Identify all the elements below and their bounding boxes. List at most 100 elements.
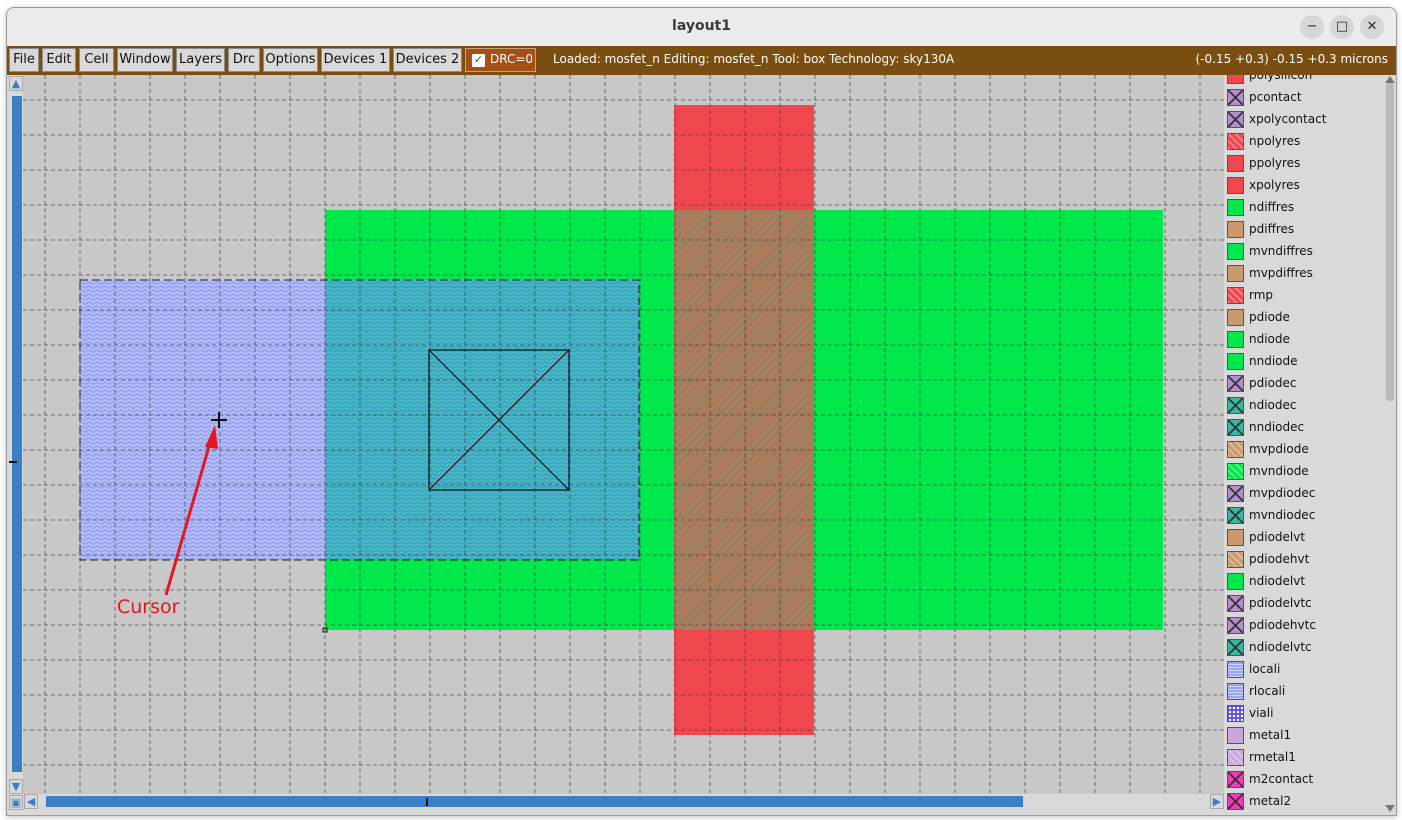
- layer-name: xpolyres: [1249, 178, 1300, 192]
- layer-name: xpolycontact: [1249, 112, 1327, 126]
- menu-devices-2[interactable]: Devices 2: [393, 48, 462, 72]
- menu-edit[interactable]: Edit: [42, 48, 76, 72]
- drc-toggle[interactable]: ✓ DRC=0: [465, 48, 536, 72]
- layer-swatch-icon: [1227, 485, 1244, 502]
- layer-swatch-icon: [1227, 177, 1244, 194]
- layer-swatch-icon: [1227, 595, 1244, 612]
- scroll-position-marker-h: [426, 798, 428, 806]
- layer-palette: polysilicon pcontact xpolycontact npolyres p…: [1224, 75, 1384, 813]
- layer-swatch-icon: [1227, 683, 1244, 700]
- layer-name: locali: [1249, 662, 1281, 676]
- zoom-box-icon[interactable]: ▣: [9, 795, 23, 810]
- layer-name: mvndiode: [1249, 464, 1309, 478]
- layer-name: ndiffres: [1249, 200, 1295, 214]
- layer-name: pdiodec: [1249, 376, 1297, 390]
- layer-swatch-icon: [1227, 749, 1244, 766]
- layer-swatch-icon: [1227, 441, 1244, 458]
- layer-name: npolyres: [1249, 134, 1301, 148]
- layer-swatch-icon: [1227, 265, 1244, 282]
- layer-name: mvpdiode: [1249, 442, 1309, 456]
- scroll-down-icon[interactable]: ▼: [9, 779, 23, 794]
- horizontal-scrollbar[interactable]: ◀ ▶: [24, 794, 1225, 810]
- scroll-position-marker: [9, 461, 17, 463]
- title-bar[interactable]: layout1 − □ ✕: [7, 8, 1396, 47]
- status-text: Loaded: mosfet_n Editing: mosfet_n Tool:…: [553, 52, 955, 66]
- magic-layout-window: layout1 − □ ✕ File Edit Cell Window Laye…: [6, 7, 1397, 816]
- layer-swatch-icon: [1227, 529, 1244, 546]
- layer-swatch-icon: [1227, 111, 1244, 128]
- layer-name: metal2: [1249, 794, 1292, 808]
- layer-swatch-icon: [1227, 331, 1244, 348]
- palette-scroll-thumb[interactable]: [1386, 83, 1394, 401]
- layer-swatch-icon: [1227, 155, 1244, 172]
- menu-cell[interactable]: Cell: [79, 48, 114, 72]
- layer-swatch-icon: [1227, 617, 1244, 634]
- palette-scroll-up-icon[interactable]: [1385, 76, 1395, 83]
- layer-swatch-icon: [1227, 133, 1244, 150]
- cursor-annotation-label: Cursor: [117, 596, 180, 618]
- layer-name: nndiodec: [1249, 420, 1305, 434]
- layer-name: pdiodelvtc: [1249, 596, 1312, 610]
- minimize-button[interactable]: −: [1300, 15, 1324, 39]
- layer-swatch-icon: [1227, 309, 1244, 326]
- drc-checkbox[interactable]: ✓: [471, 53, 486, 68]
- layer-name: ppolyres: [1249, 156, 1301, 170]
- layer-name: rmetal1: [1249, 750, 1296, 764]
- locali-diffusion-overlap: [325, 280, 639, 560]
- layer-swatch-icon: [1227, 89, 1244, 106]
- layer-swatch-icon: [1227, 771, 1244, 788]
- vertical-scroll-thumb[interactable]: [12, 96, 22, 772]
- layer-name: rlocali: [1249, 684, 1286, 698]
- layer-name: mvpdiodec: [1249, 486, 1316, 500]
- layer-name: pdiodehvtc: [1249, 618, 1316, 632]
- layer-swatch-icon: [1227, 507, 1244, 524]
- layer-swatch-icon: [1227, 551, 1244, 568]
- locali-area: [80, 280, 325, 560]
- layer-name: mvndiffres: [1249, 244, 1313, 258]
- menu-devices-1[interactable]: Devices 1: [321, 48, 390, 72]
- layer-name: pcontact: [1249, 90, 1302, 104]
- layer-swatch-icon: [1227, 353, 1244, 370]
- menu-drc[interactable]: Drc: [228, 48, 260, 72]
- layer-name: ndiodelvtc: [1249, 640, 1312, 654]
- scroll-left-icon[interactable]: ◀: [24, 794, 38, 809]
- menu-options[interactable]: Options: [263, 48, 318, 72]
- drc-count-label: DRC=0: [490, 52, 534, 66]
- layer-name: ndiode: [1249, 332, 1290, 346]
- layer-name: pdiodelvt: [1249, 530, 1306, 544]
- layer-name: pdiodehvt: [1249, 552, 1310, 566]
- layer-swatch-icon: [1227, 705, 1244, 722]
- layer-name: polysilicon: [1249, 75, 1313, 82]
- coordinate-readout: (-0.15 +0.3) -0.15 +0.3 microns: [1195, 52, 1389, 66]
- layout-canvas[interactable]: Cursor: [23, 75, 1224, 794]
- maximize-button[interactable]: □: [1330, 15, 1354, 39]
- layer-name: ndiodec: [1249, 398, 1297, 412]
- scroll-up-icon[interactable]: ▲: [9, 76, 23, 91]
- layer-swatch-icon: [1227, 727, 1244, 744]
- horizontal-scroll-thumb[interactable]: [46, 796, 1023, 807]
- layer-palette-scrollbar[interactable]: [1384, 75, 1396, 815]
- layer-swatch-icon: [1227, 243, 1244, 260]
- layer-name: ndiodelvt: [1249, 574, 1306, 588]
- layer-name: viali: [1249, 706, 1274, 720]
- palette-scroll-down-icon[interactable]: [1385, 805, 1395, 812]
- layer-name: mvndiodec: [1249, 508, 1316, 522]
- layer-swatch-icon: [1227, 287, 1244, 304]
- menu-window[interactable]: Window: [117, 48, 173, 72]
- layer-swatch-icon: [1227, 793, 1244, 810]
- layer-name: pdiffres: [1249, 222, 1295, 236]
- poly-bottom: [674, 630, 814, 735]
- layer-swatch-icon: [1227, 463, 1244, 480]
- layer-name: mvpdiffres: [1249, 266, 1313, 280]
- close-button[interactable]: ✕: [1360, 15, 1384, 39]
- layer-name: metal1: [1249, 728, 1292, 742]
- layer-swatch-icon: [1227, 639, 1244, 656]
- layer-swatch-icon: [1227, 221, 1244, 238]
- layer-name: nndiode: [1249, 354, 1298, 368]
- layer-swatch-icon: [1227, 661, 1244, 678]
- menu-layers[interactable]: Layers: [176, 48, 225, 72]
- menu-file[interactable]: File: [9, 48, 39, 72]
- scroll-right-icon[interactable]: ▶: [1210, 794, 1224, 809]
- vertical-scrollbar-left[interactable]: ▲ ▼: [9, 76, 23, 794]
- layer-name: pdiode: [1249, 310, 1290, 324]
